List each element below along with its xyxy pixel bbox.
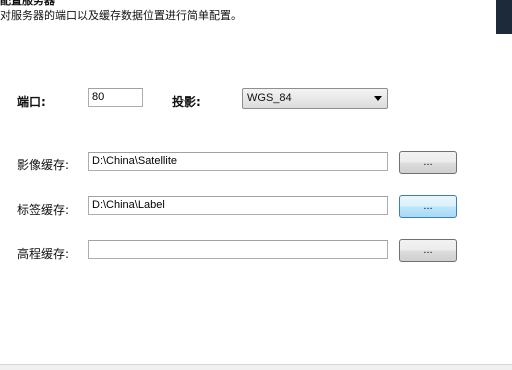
- image-cache-input[interactable]: D:\China\Satellite: [88, 152, 388, 171]
- image-cache-browse-button[interactable]: ...: [399, 151, 457, 174]
- footer-bar: [0, 365, 512, 370]
- projection-select[interactable]: WGS_84: [242, 88, 388, 109]
- label-cache-label: 标签缓存:: [17, 203, 70, 217]
- wizard-logo-icon: [496, 0, 512, 34]
- port-label: 端口:: [17, 95, 46, 109]
- port-input[interactable]: 80: [88, 88, 143, 107]
- label-cache-browse-button[interactable]: ...: [399, 195, 457, 218]
- elevation-cache-input[interactable]: [88, 240, 388, 259]
- projection-label: 投影:: [172, 95, 201, 109]
- projection-selected-value: WGS_84: [247, 92, 292, 104]
- chevron-down-icon: [374, 96, 382, 101]
- elevation-cache-label: 高程缓存:: [17, 247, 70, 261]
- page-subtitle: 对服务器的端口以及缓存数据位置进行简单配置。: [0, 9, 242, 22]
- label-cache-input[interactable]: D:\China\Label: [88, 196, 388, 215]
- image-cache-label: 影像缓存:: [17, 158, 70, 172]
- elevation-cache-browse-button[interactable]: ...: [399, 239, 457, 262]
